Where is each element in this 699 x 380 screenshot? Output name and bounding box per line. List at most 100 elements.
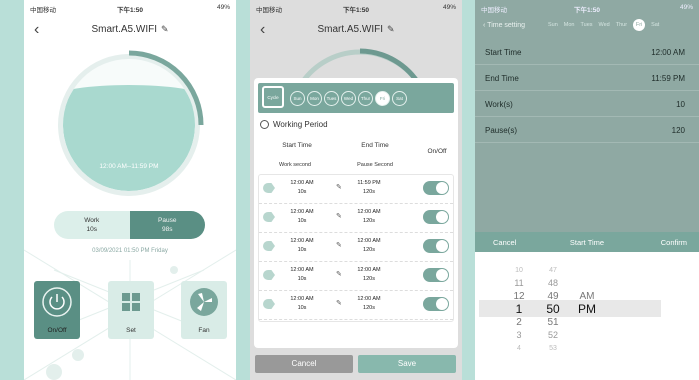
day-selector: Cycle Sun Mon Tues Wed Thur Fri Sat [258, 83, 454, 113]
row-end-time: 12:00 AM [357, 238, 381, 244]
pause-second-header: Pause Second [357, 162, 393, 168]
calendar-icon: Cycle [262, 86, 284, 108]
settings-row[interactable]: End Time 11:59 PM [475, 66, 699, 91]
day-chip-mon[interactable]: Mon [307, 91, 322, 106]
day-chip-thur[interactable]: Thur [616, 22, 627, 31]
clock: 下午1:50 [573, 7, 600, 14]
edit-icon[interactable]: ✎ [336, 183, 342, 191]
picker-option[interactable]: 1 [507, 303, 531, 316]
row-end: 12:00 AM 120s [349, 295, 389, 313]
hour-wheel[interactable]: 10 11 12 1 2 3 4 [507, 264, 531, 355]
onoff-label: On/Off [47, 327, 67, 334]
fan-icon [190, 288, 218, 316]
day-chips: Sun Mon Tues Wed Thur Fri Sat [290, 91, 407, 106]
edit-icon[interactable]: ✎ [336, 299, 342, 307]
day-chip-tues[interactable]: Tues [581, 22, 593, 31]
settings-row[interactable]: Start Time 12:00 AM [475, 40, 699, 65]
row-tag-icon [263, 241, 275, 251]
day-chip-sat[interactable]: Sat [651, 22, 659, 31]
day-chip-mon[interactable]: Mon [564, 22, 575, 31]
edit-icon[interactable]: ✎ [336, 241, 342, 249]
picker-option[interactable]: 3 [507, 329, 531, 342]
day-chip-fri[interactable]: Fri [375, 91, 390, 106]
start-time-header: Start Time [282, 142, 312, 149]
settings-value: 120 [671, 126, 685, 135]
cancel-button[interactable]: Cancel [255, 355, 353, 373]
time-picker[interactable]: 10 11 12 1 2 3 4 47 48 49 50 51 52 53 AM PM [475, 252, 699, 380]
page-title: Smart.A5.WIFI [317, 24, 383, 35]
picker-option[interactable]: 48 [541, 277, 565, 290]
day-chip-wed[interactable]: Wed [599, 22, 610, 31]
onoff-button[interactable]: On/Off [34, 281, 80, 339]
end-time-header: End Time [361, 142, 389, 149]
work-segment[interactable]: Work 10s [54, 211, 130, 239]
picker-option[interactable]: 4 [507, 342, 531, 355]
picker-option[interactable]: 10 [507, 264, 531, 277]
row-start-time: 12:00 AM [290, 180, 314, 186]
back-icon[interactable]: ‹ [483, 22, 485, 29]
picker-option[interactable]: PM [575, 303, 599, 316]
schedule-row: 12:00 AM 10s ✎ 12:00 AM 120s [259, 262, 453, 291]
day-chip-thur[interactable]: Thur [358, 91, 373, 106]
day-chip-wed[interactable]: Wed [341, 91, 356, 106]
picker-option[interactable]: 11 [507, 277, 531, 290]
row-start-time: 12:00 AM [290, 209, 314, 215]
set-button[interactable]: Set [108, 281, 154, 339]
row-pause-seconds: 120s [363, 218, 375, 224]
settings-key: Start Time [485, 48, 522, 57]
day-chip-fri[interactable]: Fri [633, 19, 646, 31]
cycle-label: Cycle [267, 95, 279, 100]
picker-option[interactable]: 47 [541, 264, 565, 277]
set-label: Set [126, 327, 136, 334]
picker-confirm-button[interactable]: Confirm [661, 238, 687, 247]
minute-wheel[interactable]: 47 48 49 50 51 52 53 [541, 264, 565, 355]
work-second-header: Work second [279, 162, 311, 168]
working-period-heading: Working Period [260, 120, 328, 130]
row-toggle[interactable] [423, 210, 449, 224]
row-work-seconds: 10s [297, 218, 307, 224]
schedule-dialog: Cycle Sun Mon Tues Wed Thur Fri Sat Working Pe… [254, 78, 458, 348]
work-pause-toggle[interactable]: Work 10s Pause 98s [54, 211, 205, 239]
edit-icon[interactable]: ✎ [161, 24, 169, 35]
row-start-time: 12:00 AM [290, 267, 314, 273]
title-bar: ‹ Smart.A5.WIFI ✎ [24, 18, 236, 44]
ampm-wheel[interactable]: AM PM [575, 290, 599, 316]
row-toggle[interactable] [423, 297, 449, 311]
edit-icon[interactable]: ✎ [336, 270, 342, 278]
progress-arc [128, 50, 204, 126]
picker-option[interactable]: 2 [507, 316, 531, 329]
pause-value: 98s [162, 226, 173, 233]
day-chip-sat[interactable]: Sat [392, 91, 407, 106]
picker-option[interactable]: 52 [541, 329, 565, 342]
status-bar: 中国移动 下午1:50 49% [475, 0, 699, 14]
schedule-row: 12:00 AM 10s ✎ 12:00 AM 120s [259, 204, 453, 233]
picker-option[interactable]: 50 [541, 303, 565, 316]
settings-panel: 中国移动 下午1:50 49% ‹ Time setting Sun Mon Tue… [475, 0, 699, 232]
edit-icon[interactable]: ✎ [336, 212, 342, 220]
pause-label: Pause [158, 217, 177, 224]
day-chip-sun[interactable]: Sun [548, 22, 558, 31]
picker-option[interactable]: 51 [541, 316, 565, 329]
pause-segment[interactable]: Pause 98s [129, 211, 205, 239]
time-setting-screen: 中国移动 下午1:50 49% ‹ Time setting Sun Mon Tue… [475, 0, 699, 380]
save-button[interactable]: Save [358, 355, 456, 373]
battery: 49% [679, 4, 693, 11]
day-chip-tues[interactable]: Tues [324, 91, 339, 106]
edit-icon[interactable]: ✎ [387, 24, 395, 35]
home-screen: 中国移动 下午1:50 49% ‹ Smart.A5.WIFI ✎ 12:00 A… [24, 0, 236, 380]
settings-row[interactable]: Pause(s) 120 [475, 118, 699, 143]
settings-key: End Time [485, 74, 519, 83]
schedule-row: 12:00 AM 10s ✎ 12:00 AM 120s [259, 291, 453, 320]
row-pause-seconds: 120s [363, 276, 375, 282]
row-end-time: 11:59 PM [357, 180, 381, 186]
day-chips: Sun Mon Tues Wed Thur Fri Sat [548, 19, 659, 31]
day-chip-sun[interactable]: Sun [290, 91, 305, 106]
fan-button[interactable]: Fan [181, 281, 227, 339]
power-icon [42, 287, 72, 317]
settings-row[interactable]: Work(s) 10 [475, 92, 699, 117]
row-toggle[interactable] [423, 239, 449, 253]
row-toggle[interactable] [423, 181, 449, 195]
picker-option[interactable]: 53 [541, 342, 565, 355]
clock: 下午1:50 [342, 7, 369, 14]
row-toggle[interactable] [423, 268, 449, 282]
